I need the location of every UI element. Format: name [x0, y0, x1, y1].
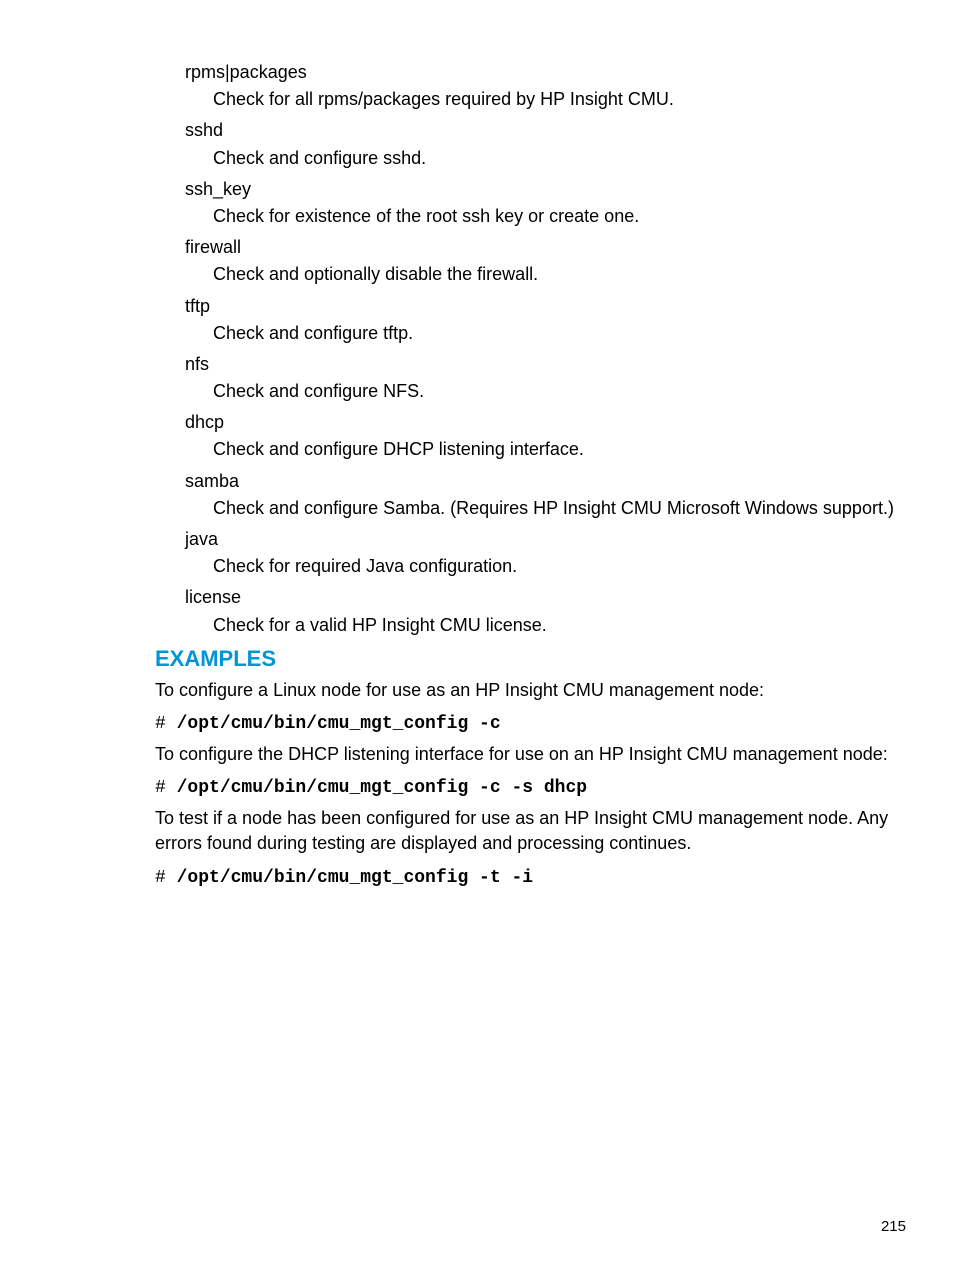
def-term: java: [185, 527, 909, 552]
def-term: sshd: [185, 118, 909, 143]
command-text: /opt/cmu/bin/cmu_mgt_config -c -s dhcp: [177, 778, 587, 798]
def-desc: Check for required Java configuration.: [213, 554, 909, 579]
def-desc: Check and configure DHCP listening inter…: [213, 437, 909, 462]
def-term: tftp: [185, 294, 909, 319]
command-prompt: #: [155, 868, 177, 888]
def-desc: Check for a valid HP Insight CMU license…: [213, 613, 909, 638]
def-term: license: [185, 585, 909, 610]
def-term: dhcp: [185, 410, 909, 435]
def-term: ssh_key: [185, 177, 909, 202]
page-number: 215: [881, 1218, 906, 1235]
example-command: # /opt/cmu/bin/cmu_mgt_config -c -s dhcp: [155, 773, 909, 802]
page-content: rpms|packages Check for all rpms/package…: [0, 0, 954, 892]
def-desc: Check and configure NFS.: [213, 379, 909, 404]
example-intro-text: To test if a node has been configured fo…: [155, 806, 909, 856]
def-desc: Check for existence of the root ssh key …: [213, 204, 909, 229]
command-prompt: #: [155, 714, 177, 734]
def-desc: Check and configure Samba. (Requires HP …: [213, 496, 909, 521]
command-text: /opt/cmu/bin/cmu_mgt_config -t -i: [177, 868, 533, 888]
example-intro-text: To configure the DHCP listening interfac…: [155, 742, 909, 767]
def-desc: Check and optionally disable the firewal…: [213, 262, 909, 287]
example-command: # /opt/cmu/bin/cmu_mgt_config -c: [155, 709, 909, 738]
example-command: # /opt/cmu/bin/cmu_mgt_config -t -i: [155, 863, 909, 892]
def-desc: Check for all rpms/packages required by …: [213, 87, 909, 112]
example-intro-text: To configure a Linux node for use as an …: [155, 678, 909, 703]
examples-heading: EXAMPLES: [155, 646, 909, 672]
def-desc: Check and configure sshd.: [213, 146, 909, 171]
command-text: /opt/cmu/bin/cmu_mgt_config -c: [177, 714, 501, 734]
command-prompt: #: [155, 778, 177, 798]
def-term: firewall: [185, 235, 909, 260]
def-term: rpms|packages: [185, 60, 909, 85]
def-desc: Check and configure tftp.: [213, 321, 909, 346]
definition-list: rpms|packages Check for all rpms/package…: [185, 60, 909, 638]
def-term: samba: [185, 469, 909, 494]
def-term: nfs: [185, 352, 909, 377]
